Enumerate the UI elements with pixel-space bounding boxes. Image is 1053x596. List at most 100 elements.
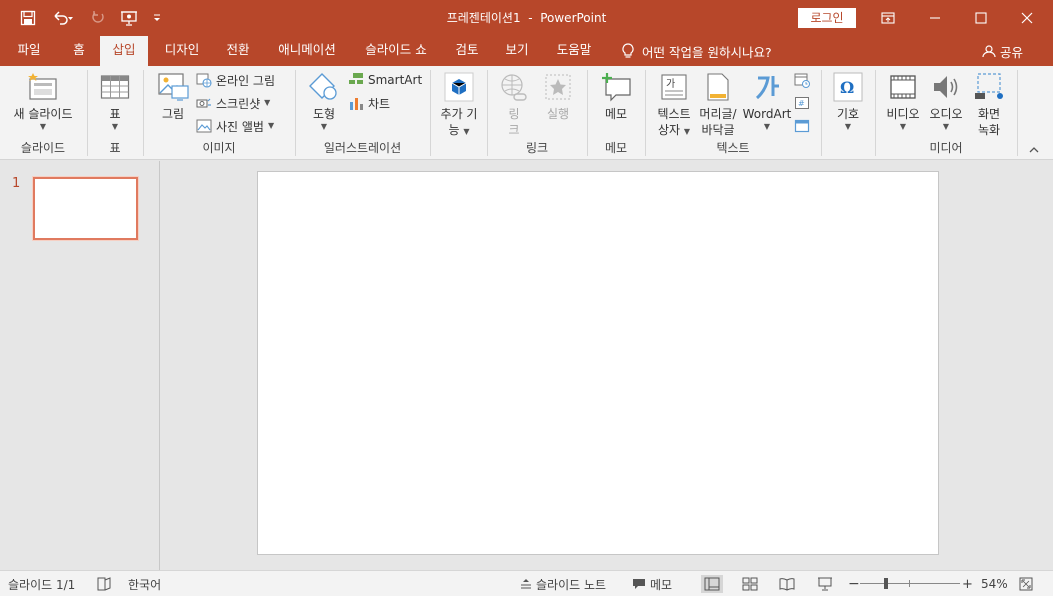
tab-slide-show[interactable]: 슬라이드 쇼	[354, 36, 438, 66]
screen-recording-button[interactable]: 화면 녹화	[970, 70, 1008, 138]
tell-me-box[interactable]: 어떤 작업을 원하시나요?	[622, 36, 772, 66]
text-box-button[interactable]: 가 텍스트 상자 ▼	[652, 70, 696, 138]
chevron-down-icon: ▼	[463, 127, 470, 136]
picture-icon	[156, 70, 190, 104]
group-label-links: 링크	[525, 141, 549, 155]
online-picture-button[interactable]: 온라인 그림	[196, 70, 275, 90]
date-time-button[interactable]	[794, 70, 810, 90]
zoom-level[interactable]: 54%	[981, 571, 1008, 596]
group-label-text: 텍스트	[716, 141, 750, 155]
chevron-down-icon: ▼	[942, 122, 950, 131]
smartart-label: SmartArt	[368, 73, 423, 87]
group-illustrations: 도형 ▼ SmartArt 차트 일러스트레이션	[296, 66, 429, 160]
addins-button[interactable]: 추가 기 능 ▼	[435, 70, 483, 138]
symbols-label: 기호	[836, 107, 860, 121]
normal-view-icon[interactable]	[701, 575, 723, 593]
new-comment-button[interactable]: 메모	[596, 70, 636, 122]
screenshot-label: 스크린샷	[216, 96, 261, 111]
zoom-in-button[interactable]: +	[962, 571, 973, 596]
customize-qat-icon[interactable]	[148, 6, 166, 30]
smartart-button[interactable]: SmartArt	[348, 70, 422, 90]
tab-design[interactable]: 디자인	[156, 36, 208, 66]
symbols-button[interactable]: Ω 기호 ▼	[830, 70, 866, 132]
tab-file[interactable]: 파일	[6, 36, 52, 66]
screenshot-button[interactable]: 스크린샷 ▼	[196, 93, 270, 113]
zoom-slider-thumb[interactable]	[884, 578, 888, 589]
svg-text:#: #	[798, 99, 805, 108]
chevron-down-icon: ▼	[111, 122, 119, 131]
zoom-out-button[interactable]: −	[848, 571, 860, 596]
chevron-down-icon: ▼	[844, 122, 852, 131]
group-symbols: Ω 기호 ▼	[822, 66, 874, 160]
slide-show-view-icon[interactable]	[814, 575, 836, 593]
accessibility-check-icon[interactable]	[96, 571, 112, 596]
wordart-icon	[750, 70, 784, 104]
addins-label-2: 능 ▼	[448, 122, 469, 138]
addins-label-2-text: 능	[448, 123, 460, 137]
undo-icon[interactable]	[46, 6, 80, 30]
text-box-label-2-text: 상자	[657, 123, 681, 137]
tab-help[interactable]: 도움말	[546, 36, 602, 66]
language-indicator[interactable]: 한국어	[128, 571, 161, 596]
share-label: 공유	[1000, 44, 1024, 60]
tab-transitions[interactable]: 전환	[216, 36, 260, 66]
comments-button[interactable]: 메모	[632, 571, 672, 596]
title-bar: 프레젠테이션1 - PowerPoint 로그인	[0, 0, 1053, 36]
chevron-down-icon: ▼	[683, 127, 691, 136]
slide-canvas[interactable]	[257, 171, 939, 555]
tell-me-text: 어떤 작업을 원하시나요?	[642, 44, 772, 60]
slide-thumbnail[interactable]	[33, 177, 138, 240]
new-slide-button[interactable]: 새 슬라이드 ▼	[8, 70, 78, 132]
reading-view-icon[interactable]	[776, 575, 798, 593]
header-footer-label-1: 머리글/	[699, 107, 737, 121]
picture-label: 그림	[161, 107, 185, 121]
start-from-beginning-icon[interactable]	[116, 6, 144, 30]
tab-home[interactable]: 홈	[62, 36, 96, 66]
ribbon-display-options-icon[interactable]	[865, 0, 911, 36]
sign-in-button[interactable]: 로그인	[798, 8, 856, 28]
share-button[interactable]: 공유	[982, 36, 1023, 66]
save-icon[interactable]	[14, 6, 42, 30]
redo-icon[interactable]	[84, 6, 112, 30]
zoom-slider-track[interactable]	[860, 583, 960, 584]
link-globe-icon	[497, 70, 531, 104]
minimize-icon[interactable]	[912, 0, 958, 36]
tab-insert[interactable]: 삽입	[100, 36, 148, 66]
text-box-label-1: 텍스트	[657, 107, 691, 121]
chevron-down-icon: ▼	[267, 121, 275, 130]
header-footer-button[interactable]: 머리글/ 바닥글	[696, 70, 740, 138]
fit-to-window-icon[interactable]	[1019, 571, 1033, 596]
object-icon	[794, 118, 810, 134]
link-label-1: 링	[508, 107, 520, 121]
slide-number-button[interactable]: #	[794, 93, 810, 113]
maximize-icon[interactable]	[958, 0, 1004, 36]
picture-button[interactable]: 그림	[154, 70, 192, 122]
group-table: 표 ▼ 표	[88, 66, 142, 160]
chevron-down-icon: ▼	[899, 122, 907, 131]
notes-icon	[521, 579, 531, 589]
close-icon[interactable]	[1004, 0, 1050, 36]
tab-review[interactable]: 검토	[446, 36, 488, 66]
table-label: 표	[109, 107, 121, 121]
slide-counter[interactable]: 슬라이드 1/1	[8, 571, 75, 596]
ribbon-tabs: 파일 홈 삽입 디자인 전환 애니메이션 슬라이드 쇼 검토 보기 도움말 어떤…	[0, 36, 1053, 66]
collapse-ribbon-icon[interactable]	[1028, 144, 1042, 156]
svg-text:Ω: Ω	[840, 78, 854, 97]
photo-album-button[interactable]: 사진 앨범 ▼	[196, 116, 274, 136]
lightbulb-icon	[622, 43, 634, 58]
video-button[interactable]: 비디오 ▼	[882, 70, 924, 132]
slide-sorter-view-icon[interactable]	[739, 575, 761, 593]
link-button[interactable]: 링 크	[496, 70, 532, 138]
wordart-button[interactable]: WordArt ▼	[742, 70, 792, 132]
object-button[interactable]	[794, 116, 810, 136]
tab-animations[interactable]: 애니메이션	[268, 36, 346, 66]
chart-button[interactable]: 차트	[348, 93, 390, 113]
addins-label-1: 추가 기	[440, 107, 478, 121]
shapes-button[interactable]: 도형 ▼	[304, 70, 344, 132]
tab-view[interactable]: 보기	[496, 36, 538, 66]
action-button[interactable]: 실행	[538, 70, 578, 122]
audio-button[interactable]: 오디오 ▼	[924, 70, 968, 132]
slide-number: 1	[12, 176, 21, 191]
table-button[interactable]: 표 ▼	[96, 70, 134, 132]
notes-button[interactable]: 슬라이드 노트	[520, 571, 606, 596]
